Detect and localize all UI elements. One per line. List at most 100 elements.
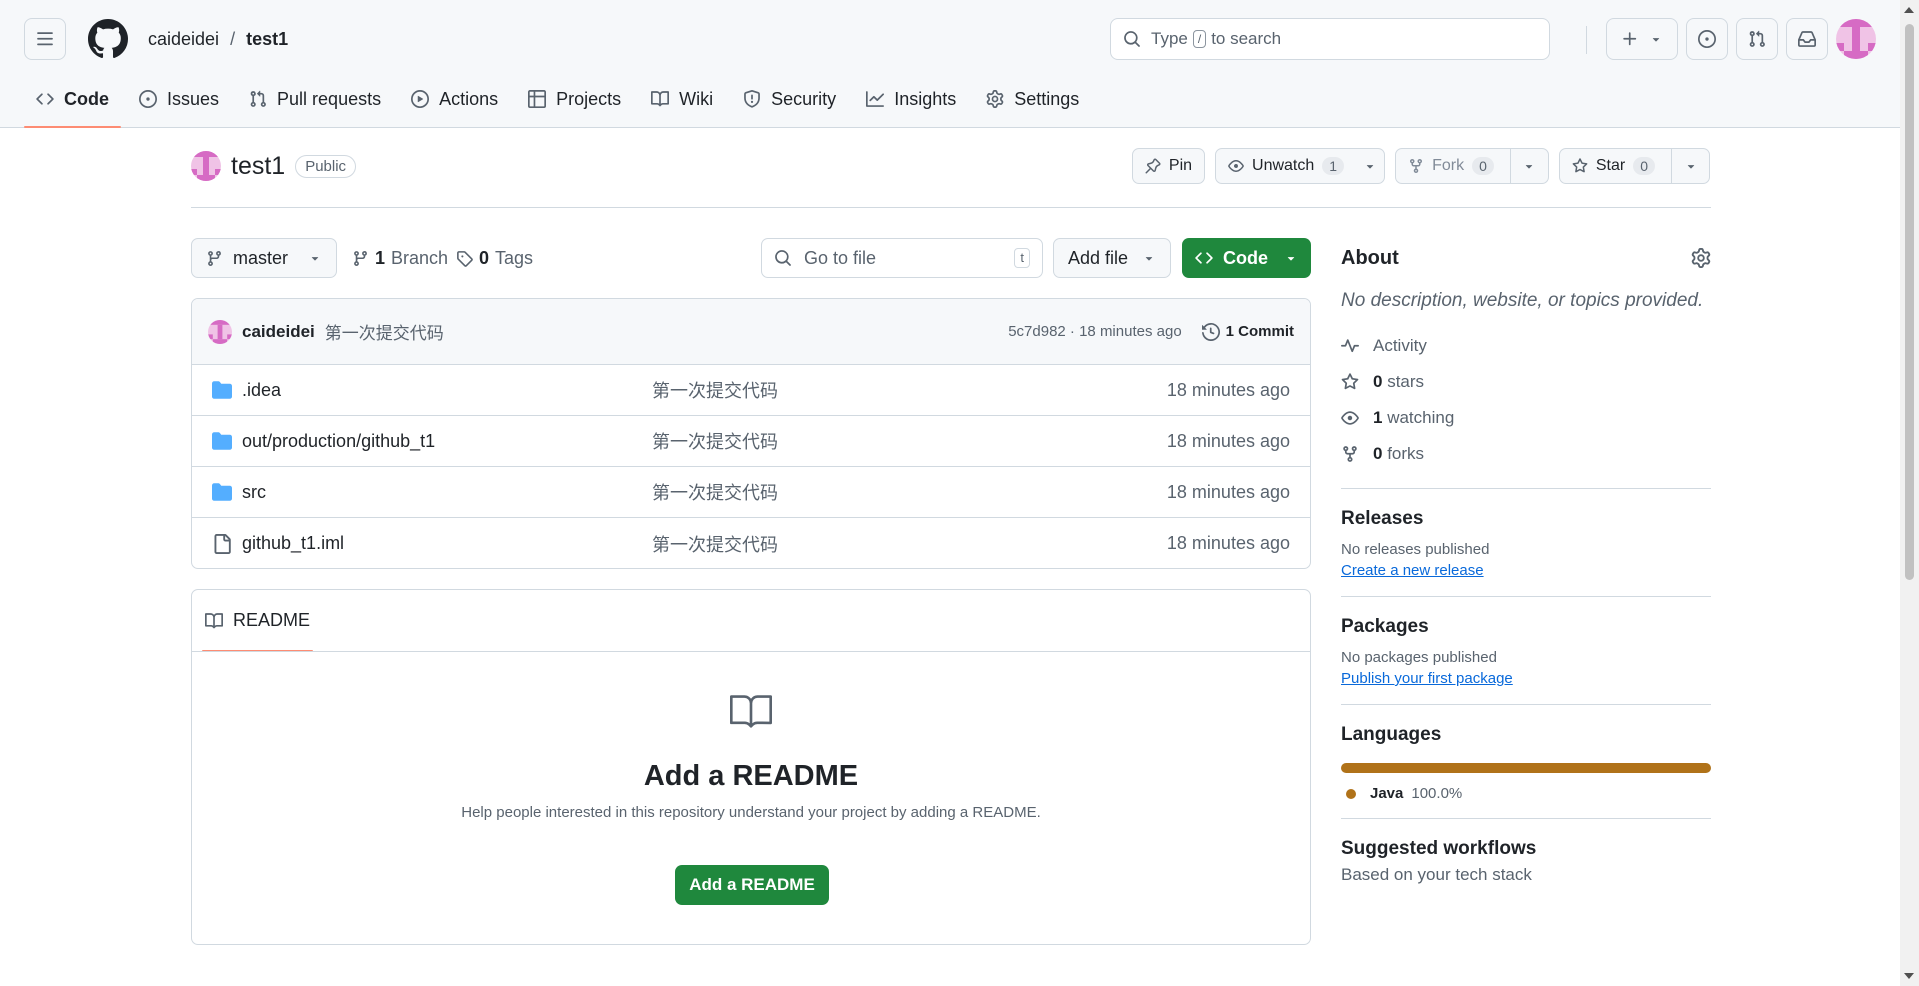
code-dropdown-button[interactable]: Code (1182, 238, 1311, 278)
releases-heading[interactable]: Releases (1341, 505, 1711, 533)
file-row[interactable]: github_t1.iml 第一次提交代码 18 minutes ago (192, 518, 1310, 568)
menu-button[interactable] (24, 18, 66, 60)
watching-link[interactable]: 1 watching (1341, 400, 1711, 436)
fork-button[interactable]: Fork 0 (1395, 148, 1549, 184)
forks-link[interactable]: 0 forks (1341, 436, 1711, 472)
sidebar-divider (1341, 596, 1711, 597)
watch-dropdown[interactable] (1356, 149, 1384, 183)
repo-name[interactable]: test1 (231, 152, 285, 181)
file-name[interactable]: github_t1.iml (242, 533, 652, 554)
gear-icon[interactable] (1691, 248, 1711, 268)
search-prefix-text: Type (1151, 29, 1188, 48)
file-row[interactable]: src 第一次提交代码 18 minutes ago (192, 467, 1310, 518)
tab-actions[interactable]: Actions (399, 82, 510, 128)
pull-request-icon (250, 90, 266, 107)
tab-insights[interactable]: Insights (854, 82, 968, 128)
identicon-icon (1836, 19, 1876, 59)
commit-count: 1 Commit (1225, 323, 1294, 340)
add-readme-button[interactable]: Add a README (675, 865, 829, 905)
publish-package-link[interactable]: Publish your first package (1341, 670, 1513, 687)
fork-icon (1343, 446, 1357, 462)
tab-projects-label: Projects (556, 88, 622, 109)
file-commit-date: 18 minutes ago (1166, 533, 1290, 553)
readme-panel: README Add a README Help people interest… (191, 589, 1311, 945)
scroll-thumb[interactable] (1905, 24, 1914, 580)
stars-link[interactable]: 0 stars (1341, 364, 1711, 400)
tab-pull-requests[interactable]: Pull requests (237, 82, 393, 128)
triangle-down-icon (1287, 257, 1295, 261)
language-bar (1341, 763, 1711, 773)
fork-count: 0 (1472, 157, 1494, 175)
stars-count: 0 (1373, 372, 1383, 391)
pin-icon (1145, 158, 1161, 174)
issue-icon (139, 90, 157, 108)
activity-link[interactable]: Activity (1341, 328, 1711, 364)
watching-count: 1 (1373, 408, 1383, 427)
page-scrollbar[interactable] (1900, 0, 1919, 986)
commit-author-avatar[interactable] (208, 319, 232, 344)
branches-link[interactable]: 1 Branch (352, 238, 448, 278)
about-stats: Activity 0 stars 1 watching 0 forks (1341, 328, 1711, 472)
breadcrumb-repo-link[interactable]: test1 (246, 29, 288, 50)
file-commit-message[interactable]: 第一次提交代码 (652, 531, 778, 557)
breadcrumb-owner-link[interactable]: caideidei (148, 29, 219, 50)
stars-label: stars (1387, 372, 1425, 391)
tab-wiki[interactable]: Wiki (639, 82, 725, 128)
tab-security[interactable]: Security (731, 82, 848, 128)
releases-empty-text: No releases published (1341, 541, 1490, 558)
tab-settings[interactable]: Settings (974, 82, 1091, 128)
inbox-button[interactable] (1786, 18, 1828, 60)
readme-tab[interactable]: README (202, 590, 313, 652)
scroll-down-arrow[interactable] (1904, 973, 1914, 979)
commit-author[interactable]: caideidei (242, 322, 315, 342)
create-new-button[interactable] (1606, 18, 1678, 60)
issues-shortcut-button[interactable] (1686, 18, 1728, 60)
tab-issues[interactable]: Issues (127, 82, 231, 128)
scroll-up-arrow[interactable] (1904, 7, 1914, 13)
tab-code[interactable]: Code (24, 82, 121, 128)
create-release-link[interactable]: Create a new release (1341, 562, 1484, 579)
file-name[interactable]: src (242, 482, 652, 503)
user-avatar[interactable] (1836, 19, 1876, 59)
commit-message[interactable]: 第一次提交代码 (325, 319, 444, 344)
pulse-icon (1341, 339, 1359, 353)
commit-sha-time[interactable]: 5c7d982 · 18 minutes ago (1008, 323, 1181, 340)
tags-link[interactable]: 0 Tags (456, 238, 533, 278)
file-row[interactable]: out/production/github_t1 第一次提交代码 18 minu… (192, 416, 1310, 467)
title-divider (191, 207, 1711, 208)
global-search-input[interactable]: Type / to search (1110, 18, 1550, 60)
add-file-button[interactable]: Add file (1053, 238, 1171, 278)
fork-icon (1410, 159, 1423, 174)
forks-label: forks (1387, 444, 1425, 463)
code-icon (36, 93, 54, 105)
file-name[interactable]: .idea (242, 380, 652, 401)
star-button[interactable]: Star 0 (1558, 148, 1710, 184)
tab-projects[interactable]: Projects (516, 82, 633, 128)
readme-empty-title: Add a README (643, 760, 859, 792)
commit-history-link[interactable]: 1 Commit (1201, 322, 1294, 341)
sidebar-divider (1341, 488, 1711, 489)
go-to-file-input[interactable]: Go to file t (761, 238, 1043, 278)
issue-icon (1698, 30, 1716, 48)
file-commit-message[interactable]: 第一次提交代码 (652, 428, 778, 454)
pull-requests-shortcut-button[interactable] (1736, 18, 1778, 60)
breadcrumb-separator: / (230, 28, 236, 49)
github-logo-icon[interactable] (88, 19, 128, 59)
file-commit-message[interactable]: 第一次提交代码 (652, 377, 778, 403)
fork-dropdown[interactable] (1509, 149, 1548, 183)
language-color-dot (1346, 788, 1356, 799)
add-file-label: Add file (1067, 247, 1129, 268)
star-dropdown[interactable] (1671, 149, 1709, 183)
file-name[interactable]: out/production/github_t1 (242, 431, 652, 452)
suggested-workflows-heading: Suggested workflows (1341, 838, 1537, 859)
file-row[interactable]: .idea 第一次提交代码 18 minutes ago (192, 365, 1310, 416)
packages-heading[interactable]: Packages (1341, 613, 1711, 641)
pin-button[interactable]: Pin (1131, 148, 1206, 184)
tab-insights-label: Insights (894, 88, 957, 109)
owner-avatar[interactable] (191, 151, 221, 181)
file-commit-message[interactable]: 第一次提交代码 (652, 479, 778, 505)
watch-count: 1 (1322, 157, 1345, 175)
branch-selector[interactable]: master (191, 238, 337, 278)
language-item[interactable]: Java 100.0% (1341, 785, 1711, 802)
watch-button[interactable]: Unwatch 1 (1215, 148, 1386, 184)
